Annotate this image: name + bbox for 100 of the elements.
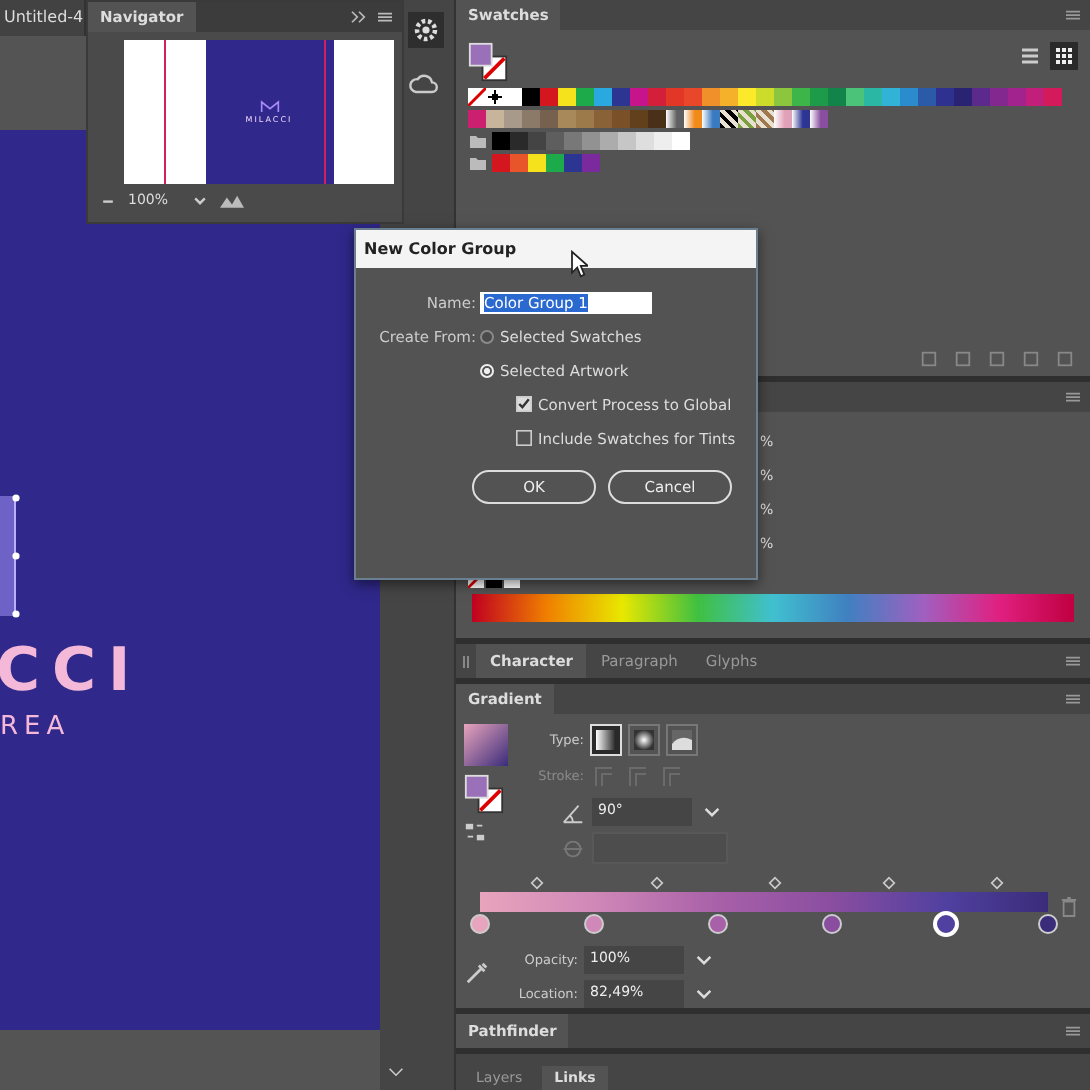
freeform-gradient-button[interactable] (666, 724, 698, 756)
selected-shape-drawing[interactable] (0, 494, 24, 618)
gradient-stop[interactable] (704, 910, 733, 938)
color-swatch[interactable] (756, 88, 774, 106)
color-swatch[interactable] (528, 132, 546, 150)
radio-button[interactable] (480, 329, 494, 343)
color-swatch[interactable] (510, 132, 528, 150)
color-swatch[interactable] (954, 88, 972, 106)
midpoint-handle[interactable] (768, 876, 783, 890)
color-swatch[interactable] (576, 88, 594, 106)
color-swatch[interactable] (864, 88, 882, 106)
none-swatch[interactable] (468, 88, 486, 106)
color-swatch[interactable] (702, 110, 720, 128)
color-swatch[interactable] (672, 132, 690, 150)
color-swatch[interactable] (600, 132, 618, 150)
color-swatch[interactable] (636, 132, 654, 150)
color-swatch[interactable] (612, 88, 630, 106)
checkbox[interactable] (516, 396, 532, 412)
color-swatch[interactable] (666, 88, 684, 106)
color-swatch[interactable] (558, 88, 576, 106)
dropdown-icon[interactable] (192, 192, 208, 208)
dropdown-icon[interactable] (696, 988, 712, 1000)
zoom-in-icon[interactable] (220, 193, 244, 207)
color-swatch[interactable] (510, 154, 528, 172)
document-tab[interactable]: Untitled-4 (0, 0, 84, 36)
color-swatch[interactable] (654, 132, 672, 150)
color-swatch[interactable] (702, 88, 720, 106)
color-swatch[interactable] (522, 110, 540, 128)
color-swatch[interactable] (972, 88, 990, 106)
view-box[interactable] (164, 40, 326, 184)
color-swatch[interactable] (792, 88, 810, 106)
color-swatch[interactable] (492, 154, 510, 172)
color-swatch[interactable] (504, 110, 522, 128)
color-swatch[interactable] (492, 132, 510, 150)
color-swatch[interactable] (618, 132, 636, 150)
color-swatch[interactable] (828, 88, 846, 106)
collapse-icon[interactable] (350, 10, 368, 24)
gradient-stop[interactable] (931, 910, 960, 938)
color-swatch[interactable] (528, 154, 546, 172)
fill-stroke-icon[interactable] (464, 774, 504, 814)
grip-icon[interactable] (462, 653, 470, 669)
scroll-down-icon[interactable] (388, 1066, 404, 1078)
color-swatch[interactable] (594, 110, 612, 128)
dropdown-icon[interactable] (696, 954, 712, 966)
color-swatch[interactable] (612, 110, 630, 128)
color-swatch[interactable] (684, 88, 702, 106)
color-swatch[interactable] (738, 110, 756, 128)
color-swatch[interactable] (810, 88, 828, 106)
cloud-icon[interactable] (408, 72, 440, 96)
gradient-bar[interactable] (480, 892, 1048, 912)
color-swatch[interactable] (582, 132, 600, 150)
dropdown-icon[interactable] (704, 806, 720, 818)
color-swatch[interactable] (810, 110, 828, 128)
color-swatch[interactable] (546, 154, 564, 172)
color-swatch[interactable] (774, 88, 792, 106)
color-swatch[interactable] (558, 110, 576, 128)
color-swatch[interactable] (936, 88, 954, 106)
color-swatch[interactable] (666, 110, 684, 128)
eyedropper-icon[interactable] (464, 960, 490, 986)
menu-icon[interactable] (1064, 8, 1082, 22)
color-swatch[interactable] (1044, 88, 1062, 106)
midpoint-handle[interactable] (989, 876, 1004, 890)
color-swatch[interactable] (900, 88, 918, 106)
color-swatch[interactable] (630, 88, 648, 106)
color-swatch[interactable] (684, 110, 702, 128)
fill-stroke-icon[interactable] (468, 42, 508, 82)
gradient-preview[interactable] (464, 724, 508, 766)
gradient-stop[interactable] (1034, 910, 1062, 938)
menu-icon[interactable] (1064, 654, 1082, 668)
gradient-stop[interactable] (818, 910, 847, 938)
color-swatch[interactable] (582, 154, 600, 172)
registration-swatch[interactable] (486, 88, 504, 106)
color-swatch[interactable] (648, 88, 666, 106)
color-swatch[interactable] (792, 110, 810, 128)
color-swatch[interactable] (648, 110, 666, 128)
color-swatch[interactable] (594, 88, 612, 106)
radial-gradient-button[interactable] (628, 724, 660, 756)
color-spectrum[interactable] (472, 594, 1074, 622)
color-swatch[interactable] (576, 110, 594, 128)
color-swatch[interactable] (846, 88, 864, 106)
menu-icon[interactable] (1064, 390, 1082, 404)
color-swatch[interactable] (630, 110, 648, 128)
color-swatch[interactable] (720, 110, 738, 128)
color-swatch[interactable] (486, 110, 504, 128)
midpoint-handle[interactable] (881, 876, 896, 890)
color-swatch[interactable] (882, 88, 900, 106)
color-swatch[interactable] (774, 110, 792, 128)
color-swatch[interactable] (720, 88, 738, 106)
color-swatch[interactable] (468, 110, 486, 128)
grid-view-icon[interactable] (1050, 42, 1078, 70)
gradient-stop[interactable] (466, 910, 494, 938)
color-swatch[interactable] (756, 110, 774, 128)
color-swatch[interactable] (522, 88, 540, 106)
midpoint-handle[interactable] (529, 876, 544, 890)
color-swatch[interactable] (546, 132, 564, 150)
linear-gradient-button[interactable] (590, 724, 622, 756)
color-swatch[interactable] (564, 132, 582, 150)
color-swatch[interactable] (1008, 88, 1026, 106)
color-swatch[interactable] (738, 88, 756, 106)
reverse-gradient-icon[interactable] (464, 822, 486, 844)
